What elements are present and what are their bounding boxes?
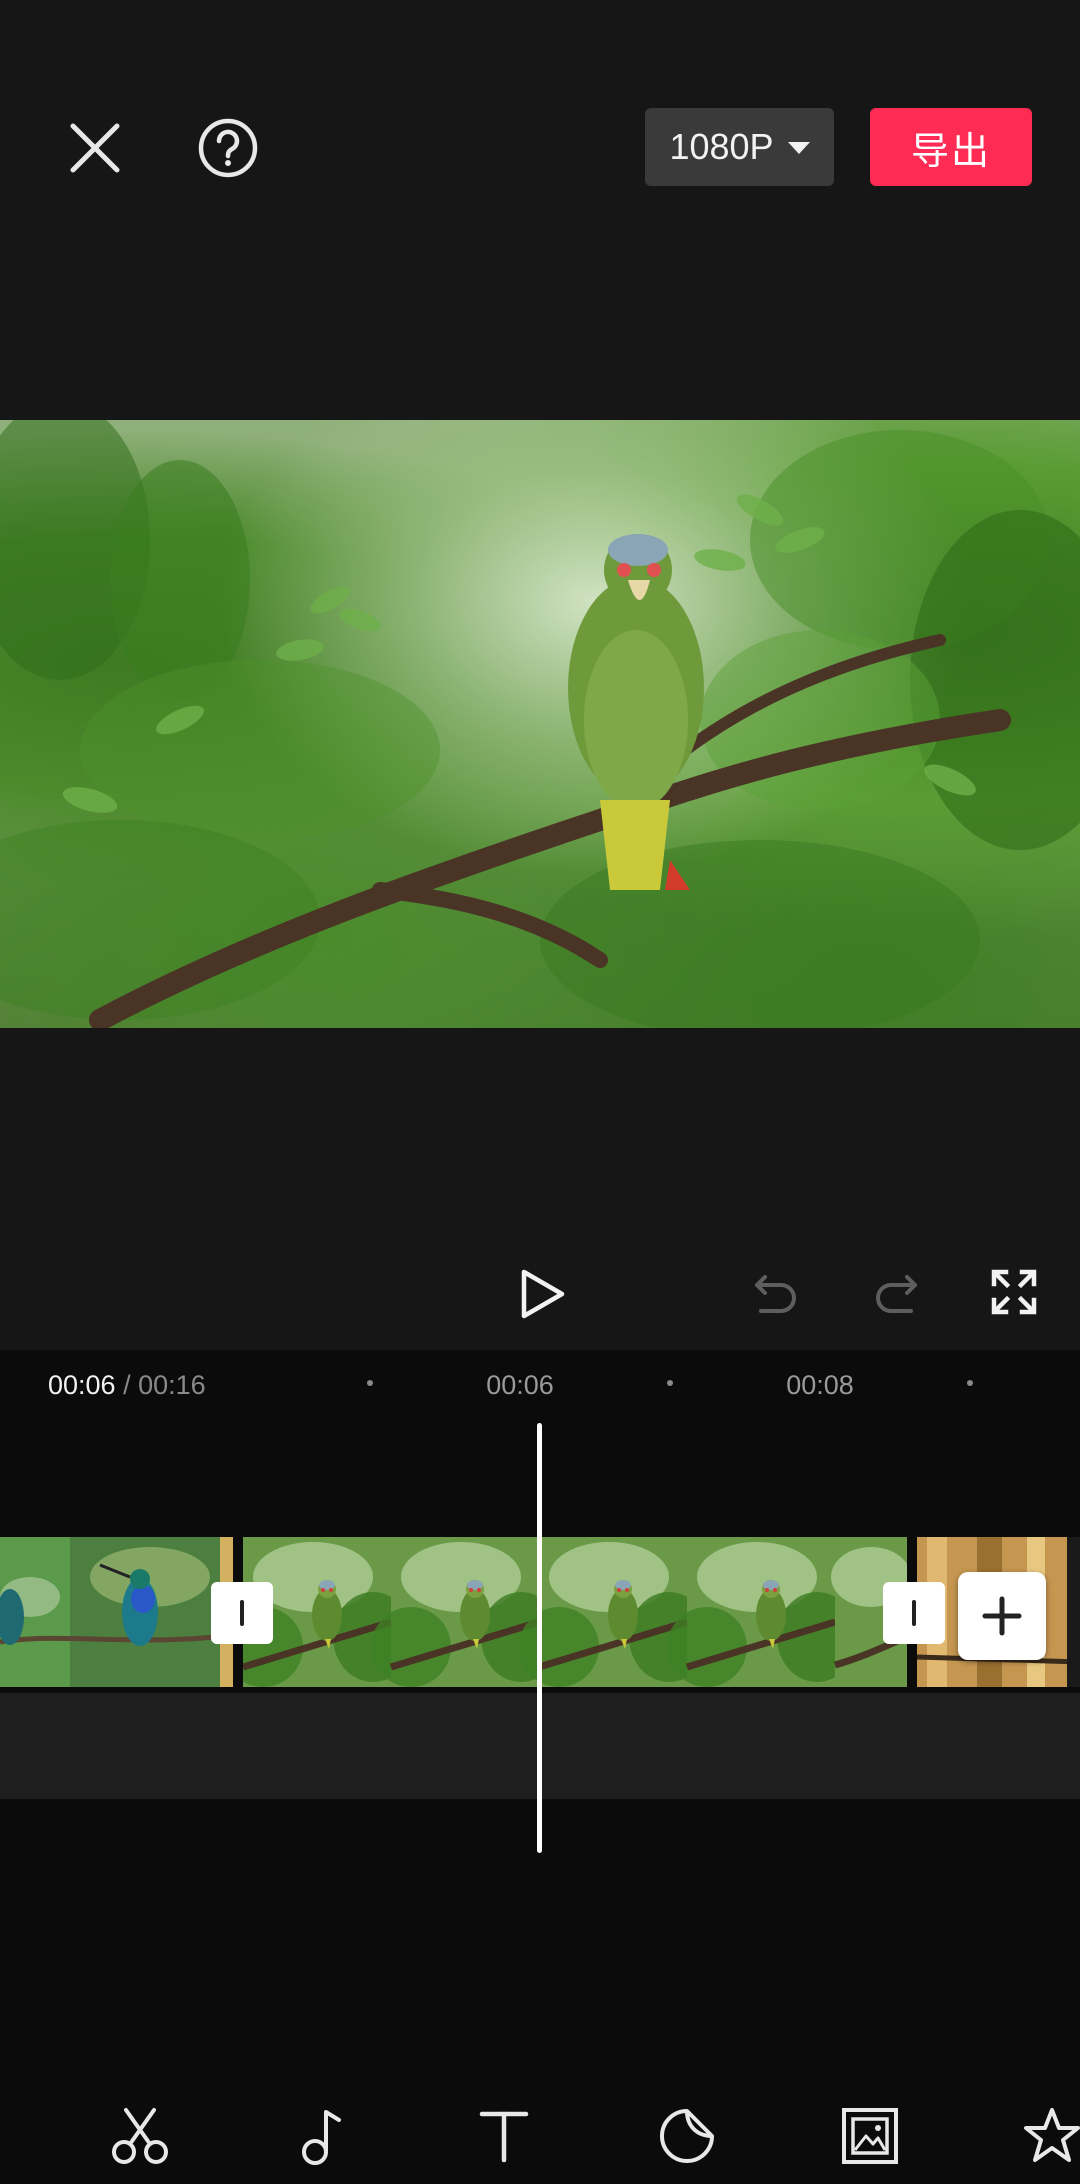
current-time: 00:06	[48, 1370, 116, 1400]
sticker-icon	[660, 2109, 714, 2163]
redo-icon	[876, 1275, 917, 1313]
hummingbird-clip[interactable]	[0, 1537, 233, 1687]
bottom-toolbar	[0, 2064, 1080, 2184]
playback-controls	[0, 1240, 1080, 1340]
audio-tool-button[interactable]	[291, 2104, 355, 2168]
time-separator: /	[115, 1370, 139, 1400]
play-button[interactable]	[510, 1262, 574, 1326]
sticker-tool-button[interactable]	[655, 2104, 719, 2168]
trim-handle-right[interactable]	[883, 1582, 945, 1644]
image-overlay-icon	[842, 2108, 898, 2164]
total-time: 00:16	[138, 1370, 206, 1400]
tick-dot	[967, 1380, 973, 1386]
text-tool-button[interactable]	[472, 2104, 536, 2168]
close-icon	[70, 123, 120, 173]
fullscreen-button[interactable]	[984, 1262, 1044, 1322]
timeline[interactable]: 00:06 / 00:16 00:06 00:08	[0, 1350, 1080, 2064]
resolution-dropdown[interactable]: 1080P	[645, 108, 834, 186]
caret-down-icon	[787, 142, 810, 154]
text-icon	[479, 2111, 529, 2163]
parrot-clip[interactable]	[243, 1537, 907, 1687]
clip-thumbnail	[0, 1537, 233, 1687]
tick-dot	[367, 1380, 373, 1386]
effects-tool-button[interactable]	[1020, 2104, 1080, 2168]
export-button[interactable]: 导出	[870, 108, 1032, 186]
fullscreen-icon	[991, 1269, 1037, 1315]
tick-label: 00:08	[786, 1370, 854, 1400]
clip-thumbnail	[243, 1537, 907, 1687]
tick-dot	[667, 1380, 673, 1386]
undo-button[interactable]	[746, 1262, 806, 1322]
preview-scene	[0, 420, 1080, 1028]
redo-button[interactable]	[866, 1262, 926, 1322]
play-icon	[521, 1269, 565, 1319]
add-clip-button[interactable]	[958, 1572, 1046, 1660]
help-button[interactable]	[188, 108, 268, 188]
help-icon	[198, 118, 258, 178]
tick-label: 00:06	[486, 1370, 554, 1400]
effects-icon	[1024, 2108, 1080, 2162]
time-readout: 00:06 / 00:16	[48, 1370, 206, 1401]
playhead[interactable]	[537, 1423, 542, 1853]
undo-icon	[755, 1275, 796, 1313]
resolution-label: 1080P	[669, 126, 774, 167]
edit-tool-button[interactable]	[108, 2104, 172, 2168]
trim-handle-left[interactable]	[211, 1582, 273, 1644]
overlay-tool-button[interactable]	[838, 2104, 902, 2168]
video-preview[interactable]	[0, 420, 1080, 1028]
music-note-icon	[302, 2110, 341, 2165]
close-button[interactable]	[55, 108, 135, 188]
plus-icon	[982, 1596, 1022, 1636]
top-bar: 1080P 导出	[0, 0, 1080, 420]
parrot	[568, 534, 704, 890]
scissors-icon	[112, 2108, 168, 2164]
